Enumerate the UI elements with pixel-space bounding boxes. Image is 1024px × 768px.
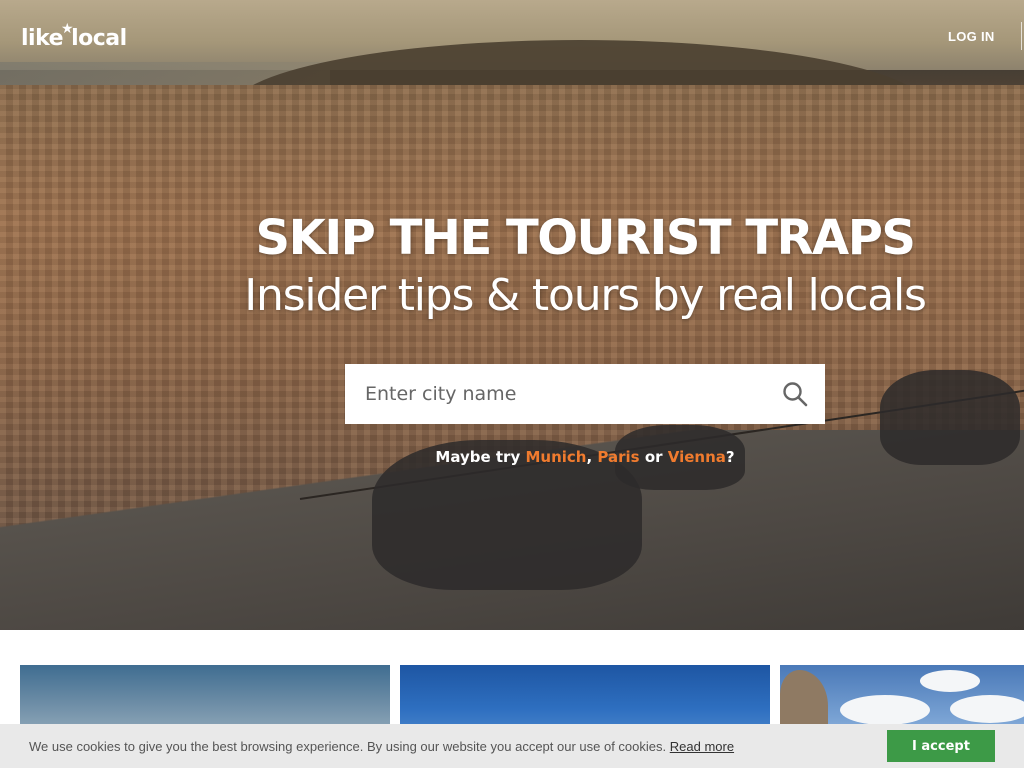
cookie-message: We use cookies to give you the best brow…: [29, 739, 734, 754]
cookie-consent-bar: We use cookies to give you the best brow…: [0, 724, 1024, 768]
card-cloud: [950, 695, 1024, 723]
hero-subtitle: Insider tips & tours by real locals: [244, 270, 927, 321]
card-cloud: [920, 670, 980, 692]
hero-title: SKIP THE TOURIST TRAPS: [255, 210, 916, 266]
card-rock-sculpture: [780, 670, 828, 730]
search-icon[interactable]: [765, 364, 825, 424]
suggest-city-munich[interactable]: Munich: [525, 448, 586, 466]
suggest-city-vienna[interactable]: Vienna: [668, 448, 726, 466]
card-cloud: [840, 695, 930, 725]
suggest-separator-or: or: [644, 448, 663, 466]
city-suggestions: Maybe try Munich, Paris or Vienna?: [0, 448, 1024, 466]
site-logo[interactable]: like★local: [21, 21, 127, 51]
city-search-box: [345, 364, 825, 424]
star-person-icon: ★: [61, 21, 74, 37]
cookie-message-text: We use cookies to give you the best brow…: [29, 739, 667, 754]
suggest-city-paris[interactable]: Paris: [597, 448, 639, 466]
suggest-separator-comma: ,: [586, 448, 593, 466]
city-search-input[interactable]: [345, 364, 765, 424]
suggest-prefix: Maybe try: [435, 448, 521, 466]
login-link[interactable]: LOG IN: [948, 29, 995, 44]
hero-banner: like★local LOG IN SKIP THE TOURIST TRAPS…: [0, 0, 1024, 630]
suggest-suffix: ?: [725, 448, 735, 466]
cookie-read-more-link[interactable]: Read more: [670, 739, 734, 754]
header-divider: [1021, 22, 1022, 50]
logo-text-left: like: [21, 26, 64, 51]
cookie-accept-button[interactable]: I accept: [887, 730, 995, 762]
logo-text-right: local: [71, 26, 127, 51]
